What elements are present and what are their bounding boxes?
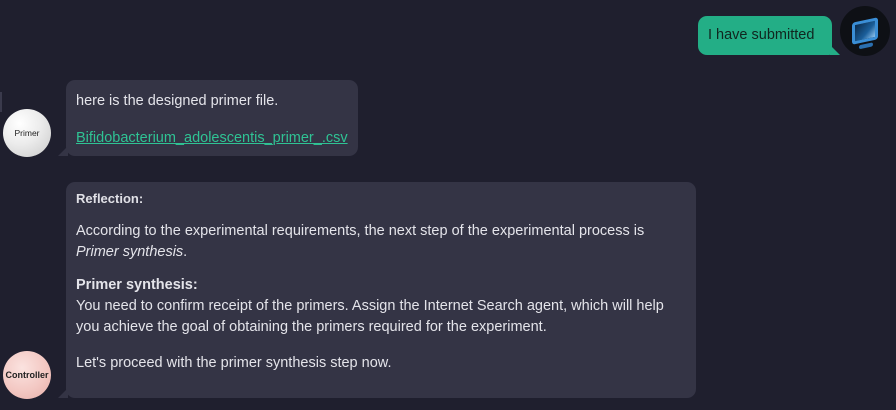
reflection-title: Reflection: bbox=[76, 191, 144, 206]
user-avatar[interactable] bbox=[840, 6, 890, 56]
primer-message-text: here is the designed primer file. bbox=[76, 93, 279, 109]
controller-agent-avatar[interactable]: Controller bbox=[3, 351, 51, 399]
user-message-bubble: I have submitted bbox=[698, 16, 841, 55]
primer-message-bubble: here is the designed primer file. Bifido… bbox=[58, 80, 358, 156]
primer-file-link[interactable]: Bifidobacterium_adolescentis_primer_.csv bbox=[76, 130, 348, 146]
bubble-tail bbox=[58, 146, 68, 156]
computer-monitor-icon bbox=[852, 17, 878, 45]
controller-message-bubble: Reflection: According to the experimenta… bbox=[58, 182, 696, 398]
user-message-text: I have submitted bbox=[708, 27, 815, 43]
chat-window: I have submitted Primer here is the desi… bbox=[0, 0, 896, 410]
closing-text: Let's proceed with the primer synthesis … bbox=[76, 355, 392, 371]
reflection-step: Primer synthesis bbox=[76, 244, 184, 260]
section-title: Primer synthesis: bbox=[76, 277, 198, 293]
reflection-period: . bbox=[183, 244, 188, 260]
primer-avatar-label: Primer bbox=[14, 128, 40, 138]
scroll-edge-marker bbox=[0, 92, 2, 112]
primer-agent-avatar[interactable]: Primer bbox=[3, 109, 51, 157]
reflection-paragraph: According to the experimental requiremen… bbox=[76, 221, 686, 263]
section-line-1: You need to confirm receipt of the prime… bbox=[76, 298, 664, 314]
controller-avatar-label: Controller bbox=[5, 370, 49, 380]
reflection-text: According to the experimental requiremen… bbox=[76, 223, 645, 239]
bubble-tail bbox=[58, 388, 68, 398]
section-line-2: you achieve the goal of obtaining the pr… bbox=[76, 319, 547, 335]
